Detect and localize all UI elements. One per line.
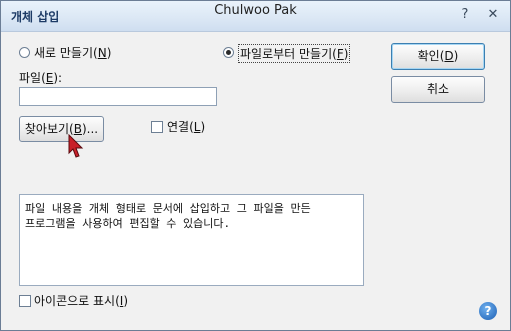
insert-object-dialog: 개체 삽입 Chulwoo Pak ? ✕ 새로 만들기(N) 파일로부터 만들… <box>0 0 511 331</box>
mouse-cursor-icon <box>68 134 84 158</box>
close-button[interactable]: ✕ <box>485 7 501 23</box>
create-new-label[interactable]: 새로 만들기(N) <box>34 44 111 61</box>
file-label: 파일(E): <box>19 71 63 85</box>
from-file-label[interactable]: 파일로부터 만들기(F) <box>238 44 351 63</box>
window-owner-text: Chulwoo Pak <box>214 3 297 18</box>
description-box: 파일 내용을 개체 형태로 문서에 삽입하고 그 파일을 만든 프로그램을 사용… <box>19 194 364 286</box>
from-file-radio[interactable] <box>223 47 234 58</box>
link-label[interactable]: 연결(L) <box>167 118 205 135</box>
description-line: 파일 내용을 개체 형태로 문서에 삽입하고 그 파일을 만든 <box>25 202 311 215</box>
browse-button[interactable]: 찾아보기(B)... <box>19 116 104 142</box>
file-path-input[interactable] <box>19 87 217 106</box>
help-icon[interactable]: ? <box>479 302 497 320</box>
title-help-button[interactable]: ? <box>457 7 473 23</box>
title-bar[interactable]: 개체 삽입 Chulwoo Pak ? ✕ <box>1 1 510 32</box>
description-line: 프로그램을 사용하여 편집할 수 있습니다. <box>25 217 231 230</box>
cancel-button[interactable]: 취소 <box>391 76 485 103</box>
create-new-radio[interactable] <box>19 47 30 58</box>
link-checkbox[interactable] <box>151 121 163 133</box>
display-as-icon-label[interactable]: 아이콘으로 표시(I) <box>34 292 128 309</box>
display-as-icon-checkbox[interactable] <box>19 295 31 307</box>
ok-button[interactable]: 확인(D) <box>391 43 485 70</box>
